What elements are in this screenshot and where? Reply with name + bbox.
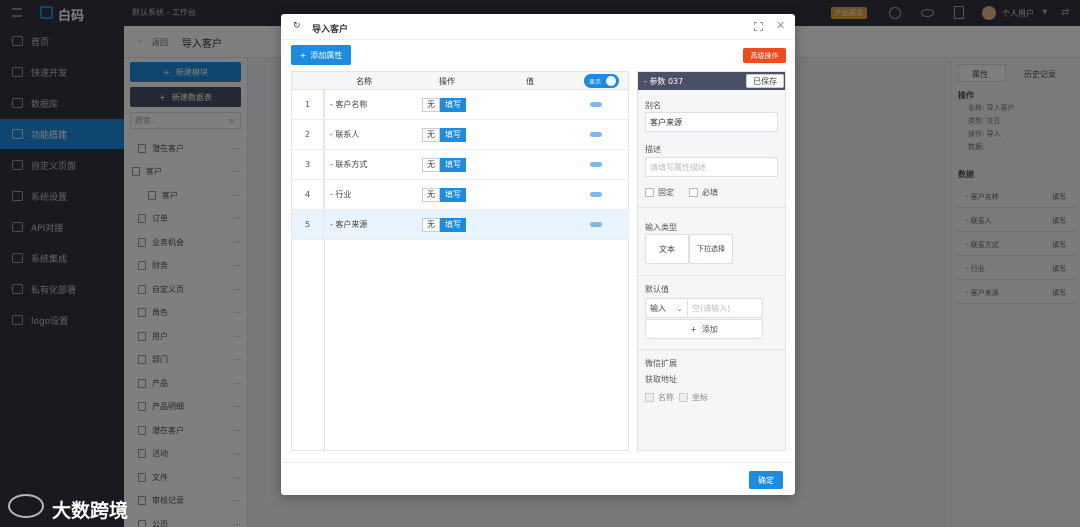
watermark-text: 大数跨境 [52,500,129,522]
operation-toggle[interactable]: 无填写 [422,157,466,172]
checkbox-icon[interactable] [689,188,698,197]
value-toggle[interactable] [590,102,602,107]
operation-toggle[interactable]: 无填写 [422,97,466,112]
name-checkbox[interactable]: 名称 [645,392,674,403]
parameter-header: - 参数 037 [644,77,684,86]
wechat-extension-label: 微信扩展 [645,359,677,368]
option-none[interactable]: 无 [422,187,440,202]
attribute-table: 名称 操作 值 显示 1- 客户名称无填写 2- 联系人无填写 3- 联系方式无填写… [291,71,629,451]
option-fill[interactable]: 填写 [440,187,466,202]
default-value-label: 默认值 [645,285,669,294]
operation-toggle[interactable]: 无填写 [422,217,466,232]
advanced-operation-button[interactable]: 高级操作 [743,48,786,63]
type-text-option[interactable]: 文本 [645,234,689,264]
option-none[interactable]: 无 [422,157,440,172]
header-name: 名称 [356,77,372,86]
default-type-select[interactable]: 输入 ⌄ [645,298,688,318]
input-type-label: 输入类型 [645,223,677,232]
value-toggle[interactable] [590,192,602,197]
fixed-checkbox[interactable]: 固定 [645,187,674,198]
table-row[interactable]: 1 - 客户名称 无填写 [292,90,629,120]
import-customer-dialog: ↻ 导入客户 ✕ + 添加属性 高级操作 名称 操作 值 显示 1- 客户名称无填… [281,14,795,495]
table-row[interactable]: 4 - 行业 无填写 [292,180,629,210]
parameter-panel: - 参数 037 已保存 别名 客户来源 描述 请填写属性描述 固定 必填 输入… [637,71,786,451]
checkbox-icon[interactable] [679,393,688,402]
description-input[interactable]: 请填写属性描述 [645,157,778,177]
value-toggle[interactable] [590,222,602,227]
description-label: 描述 [645,145,661,154]
option-none[interactable]: 无 [422,97,440,112]
row-name: - 客户名称 [330,100,368,109]
type-select-option[interactable]: 下拉选择 [689,234,733,264]
row-number: 3 [292,150,324,179]
row-number: 4 [292,180,324,209]
row-number: 1 [292,90,324,119]
alias-label: 别名 [645,101,661,110]
alias-input[interactable]: 客户来源 [645,112,778,132]
option-fill[interactable]: 填写 [440,97,466,112]
checkbox-icon[interactable] [645,393,654,402]
table-row[interactable]: 5 - 客户来源 无填写 [292,210,629,240]
close-icon[interactable]: ✕ [776,19,785,32]
required-checkbox[interactable]: 必填 [689,187,718,198]
row-name: - 行业 [330,190,352,199]
watermark-logo-icon [8,494,44,518]
checkbox-icon[interactable] [645,188,654,197]
default-value-input[interactable]: 空(请输入) [687,298,763,318]
table-row[interactable]: 2 - 联系人 无填写 [292,120,629,150]
chevron-down-icon: ⌄ [676,303,683,313]
row-name: - 客户来源 [330,220,368,229]
header-value: 值 [526,77,534,86]
get-address-label: 获取地址 [645,375,677,384]
option-fill[interactable]: 填写 [440,157,466,172]
option-fill[interactable]: 填写 [440,217,466,232]
header-operation: 操作 [439,77,455,86]
add-default-button[interactable]: + 添加 [645,319,763,339]
coordinate-checkbox[interactable]: 坐标 [679,392,708,403]
row-name: - 联系方式 [330,160,368,169]
option-none[interactable]: 无 [422,217,440,232]
refresh-icon[interactable]: ↻ [293,21,301,31]
maximize-icon[interactable] [754,22,763,31]
dialog-title: 导入客户 [312,25,349,35]
row-number: 2 [292,120,324,149]
value-toggle[interactable] [590,132,602,137]
operation-toggle[interactable]: 无填写 [422,127,466,142]
row-name: - 联系人 [330,130,360,139]
display-toggle[interactable]: 显示 [584,74,619,88]
confirm-button[interactable]: 确定 [749,471,783,489]
value-toggle[interactable] [590,162,602,167]
add-attribute-button[interactable]: + 添加属性 [291,45,351,65]
saved-button[interactable]: 已保存 [746,74,784,88]
row-number: 5 [292,210,324,239]
operation-toggle[interactable]: 无填写 [422,187,466,202]
table-row[interactable]: 3 - 联系方式 无填写 [292,150,629,180]
option-fill[interactable]: 填写 [440,127,466,142]
option-none[interactable]: 无 [422,127,440,142]
